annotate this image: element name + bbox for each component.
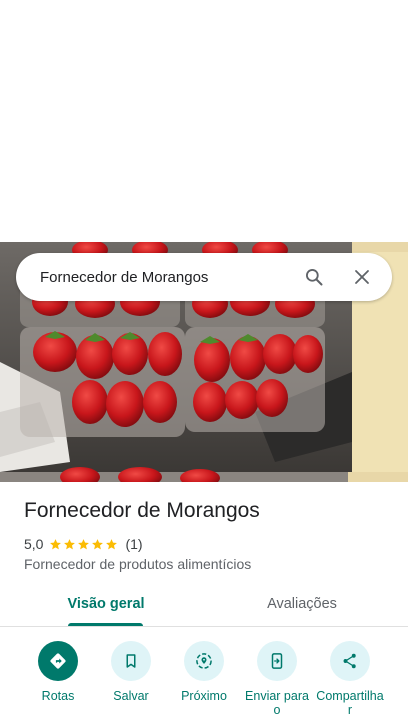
rating-row[interactable]: 5,0 (1) — [24, 535, 143, 553]
rating-stars — [49, 538, 119, 551]
directions-icon — [50, 653, 66, 669]
bookmark-icon — [126, 654, 136, 668]
nearby-icon — [196, 653, 212, 669]
star-icon — [92, 538, 104, 549]
send-to-phone-button[interactable]: Enviar para o — [237, 641, 317, 717]
close-icon — [355, 270, 369, 284]
save-button-circle[interactable] — [111, 641, 151, 681]
directions-button-circle[interactable] — [38, 641, 78, 681]
star-icon — [64, 538, 76, 549]
tab-overview[interactable]: Visão geral — [36, 582, 176, 626]
send-to-phone-label: Enviar para o — [245, 689, 309, 717]
map-blank-area — [0, 0, 408, 242]
action-buttons: Rotas Salvar Próximo Enviar para o Compa… — [0, 627, 408, 724]
place-category: Fornecedor de produtos alimentícios — [24, 556, 252, 572]
share-button[interactable]: Compartilhar — [310, 641, 390, 717]
active-tab-indicator — [68, 623, 143, 626]
nearby-label: Próximo — [181, 689, 227, 703]
review-count: (1) — [125, 536, 143, 552]
share-button-circle[interactable] — [330, 641, 370, 681]
directions-button[interactable]: Rotas — [18, 641, 98, 703]
clear-search-button[interactable] — [338, 253, 386, 301]
search-button[interactable] — [290, 253, 338, 301]
place-tabs: Visão geral Avaliações — [0, 582, 408, 627]
star-icon — [50, 538, 62, 549]
save-label: Salvar — [113, 689, 149, 703]
nearby-button[interactable]: Próximo — [164, 641, 244, 703]
tab-reviews[interactable]: Avaliações — [232, 582, 372, 626]
share-label: Compartilhar — [316, 689, 384, 717]
share-icon — [343, 653, 356, 669]
rating-value: 5,0 — [24, 536, 44, 552]
search-icon — [306, 269, 323, 286]
save-button[interactable]: Salvar — [91, 641, 171, 703]
nearby-button-circle[interactable] — [184, 641, 224, 681]
directions-label: Rotas — [41, 689, 75, 703]
place-title: Fornecedor de Morangos — [24, 499, 260, 522]
star-icon — [106, 538, 118, 549]
search-bar[interactable]: Fornecedor de Morangos — [16, 253, 392, 301]
star-icon — [78, 538, 90, 549]
send-to-phone-icon — [271, 653, 283, 669]
search-input[interactable]: Fornecedor de Morangos — [16, 269, 290, 286]
send-to-phone-button-circle[interactable] — [257, 641, 297, 681]
